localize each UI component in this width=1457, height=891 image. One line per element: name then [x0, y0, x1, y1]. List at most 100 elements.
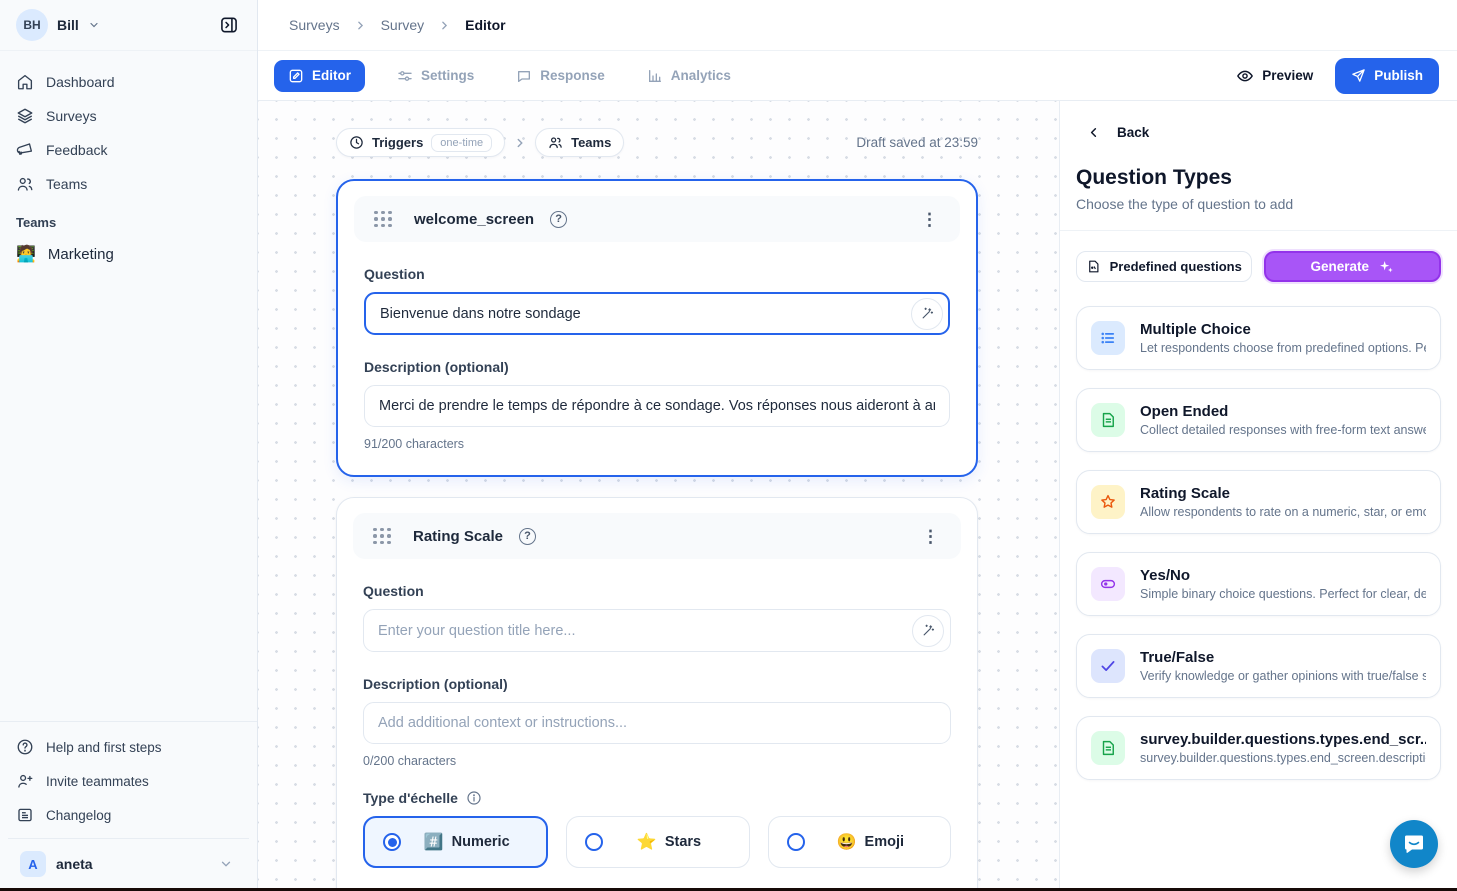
- breadcrumb-editor: Editor: [465, 17, 505, 33]
- scale-option-emoji[interactable]: 😃 Emoji: [768, 816, 951, 868]
- workspace-avatar: BH: [16, 9, 48, 41]
- predefined-questions-label: Predefined questions: [1110, 259, 1242, 274]
- triggers-label: Triggers: [372, 135, 423, 150]
- question-type-true-false[interactable]: True/False Verify knowledge or gather op…: [1076, 634, 1441, 698]
- workspace-switcher[interactable]: BH Bill: [16, 9, 100, 41]
- sidebar-collapse-button[interactable]: [214, 10, 244, 40]
- back-button[interactable]: Back: [1086, 125, 1441, 140]
- sidebar-item-changelog[interactable]: Changelog: [8, 798, 249, 832]
- scale-option-label: Numeric: [452, 834, 510, 850]
- user-plus-icon: [16, 772, 34, 790]
- predefined-questions-button[interactable]: Predefined questions: [1076, 251, 1252, 282]
- magic-wand-icon: [920, 306, 935, 321]
- sparkles-icon: [1378, 259, 1394, 275]
- star-icon: [1099, 493, 1117, 511]
- sidebar-item-surveys[interactable]: Surveys: [8, 99, 249, 133]
- sidebar-team-marketing[interactable]: 🧑‍💻 Marketing: [0, 236, 257, 272]
- sidebar-item-teams[interactable]: Teams: [8, 167, 249, 201]
- panel-title: Question Types: [1076, 166, 1441, 190]
- card-title: welcome_screen: [414, 211, 534, 228]
- question-type-description: Verify knowledge or gather opinions with…: [1140, 669, 1426, 683]
- description-input[interactable]: [363, 702, 951, 744]
- scale-option-numeric[interactable]: #️⃣ Numeric: [363, 816, 548, 868]
- question-title-input[interactable]: [363, 609, 951, 652]
- sidebar-item-dashboard[interactable]: Dashboard: [8, 65, 249, 99]
- sidebar: BH Bill Dashboard Surveys Feedback: [0, 0, 258, 891]
- scale-type-label: Type d'échelle: [363, 790, 458, 806]
- help-icon[interactable]: ?: [550, 211, 567, 228]
- question-type-open-ended[interactable]: Open Ended Collect detailed responses wi…: [1076, 388, 1441, 452]
- panel-collapse-icon: [219, 15, 239, 35]
- drag-handle-icon[interactable]: [373, 528, 391, 545]
- question-type-description: Collect detailed responses with free-for…: [1140, 423, 1426, 437]
- document-icon: [1086, 259, 1101, 274]
- bar-chart-icon: [647, 68, 663, 84]
- kebab-menu-icon[interactable]: ⋮: [915, 207, 944, 232]
- chevron-right-icon: [354, 19, 367, 32]
- sidebar-item-label: Invite teammates: [46, 774, 149, 789]
- trigger-frequency-badge: one-time: [431, 134, 492, 152]
- sidebar-item-label: Teams: [46, 176, 87, 192]
- help-icon[interactable]: ?: [519, 528, 536, 545]
- content-row: Triggers one-time Teams Draft saved at 2…: [258, 101, 1457, 891]
- teams-chip-label: Teams: [571, 135, 611, 150]
- question-type-multiple-choice[interactable]: Multiple Choice Let respondents choose f…: [1076, 306, 1441, 370]
- survey-canvas: Triggers one-time Teams Draft saved at 2…: [258, 101, 1059, 891]
- description-input[interactable]: [364, 385, 950, 427]
- changelog-icon: [16, 806, 34, 824]
- clock-icon: [349, 135, 364, 150]
- sidebar-item-label: Changelog: [46, 808, 111, 823]
- scale-option-stars[interactable]: ⭐ Stars: [566, 816, 749, 868]
- chat-widget-button[interactable]: [1390, 820, 1438, 868]
- publish-button[interactable]: Publish: [1335, 58, 1439, 94]
- tab-analytics[interactable]: Analytics: [637, 60, 741, 92]
- question-type-yes-no[interactable]: Yes/No Simple binary choice questions. P…: [1076, 552, 1441, 616]
- sidebar-header: BH Bill: [0, 0, 257, 51]
- draft-status: Draft saved at 23:59: [856, 135, 978, 150]
- generate-button[interactable]: Generate: [1264, 251, 1442, 282]
- preview-label: Preview: [1262, 68, 1313, 83]
- publish-label: Publish: [1374, 68, 1423, 83]
- breadcrumb-survey[interactable]: Survey: [381, 17, 425, 33]
- back-label: Back: [1117, 125, 1149, 140]
- char-count: 91/200 characters: [364, 437, 950, 451]
- ai-wand-button[interactable]: [912, 615, 944, 647]
- tab-settings[interactable]: Settings: [387, 60, 484, 92]
- tab-label: Settings: [421, 68, 474, 83]
- chat-bubble-icon: [1402, 832, 1426, 856]
- triggers-chip[interactable]: Triggers one-time: [336, 128, 505, 157]
- radio-icon: [585, 833, 603, 851]
- drag-handle-icon[interactable]: [374, 211, 392, 228]
- question-type-title: Open Ended: [1140, 403, 1426, 420]
- question-type-description: survey.builder.questions.types.end_scree…: [1140, 751, 1426, 765]
- kebab-menu-icon[interactable]: ⋮: [916, 524, 945, 549]
- tab-label: Editor: [312, 68, 351, 83]
- megaphone-icon: [16, 141, 34, 159]
- breadcrumb-surveys[interactable]: Surveys: [289, 17, 340, 33]
- question-card-rating-scale[interactable]: Rating Scale ? ⋮ Question: [336, 497, 978, 891]
- question-card-welcome-screen[interactable]: welcome_screen ? ⋮ Question: [336, 179, 978, 477]
- question-type-rating-scale[interactable]: Rating Scale Allow respondents to rate o…: [1076, 470, 1441, 534]
- question-type-title: True/False: [1140, 649, 1426, 666]
- question-type-end-screen[interactable]: survey.builder.questions.types.end_scr..…: [1076, 716, 1441, 780]
- account-switcher[interactable]: A aneta: [8, 838, 249, 891]
- file-text-icon: [1099, 411, 1117, 429]
- question-label: Question: [364, 266, 950, 282]
- tab-editor[interactable]: Editor: [274, 60, 365, 92]
- preview-button[interactable]: Preview: [1236, 67, 1313, 85]
- sidebar-item-help[interactable]: Help and first steps: [8, 730, 249, 764]
- chevron-left-icon: [1086, 125, 1101, 140]
- tab-response[interactable]: Response: [506, 60, 615, 92]
- message-icon: [516, 68, 532, 84]
- ai-wand-button[interactable]: [911, 298, 943, 330]
- chevron-right-icon: [438, 19, 451, 32]
- question-type-title: survey.builder.questions.types.end_scr..…: [1140, 731, 1426, 748]
- teams-chip[interactable]: Teams: [535, 128, 624, 157]
- question-title-input[interactable]: [364, 292, 950, 335]
- star-emoji-icon: ⭐: [637, 832, 657, 852]
- sidebar-item-feedback[interactable]: Feedback: [8, 133, 249, 167]
- info-icon[interactable]: [466, 790, 482, 806]
- sidebar-item-invite[interactable]: Invite teammates: [8, 764, 249, 798]
- magic-wand-icon: [921, 623, 936, 638]
- sidebar-item-label: Surveys: [46, 108, 97, 124]
